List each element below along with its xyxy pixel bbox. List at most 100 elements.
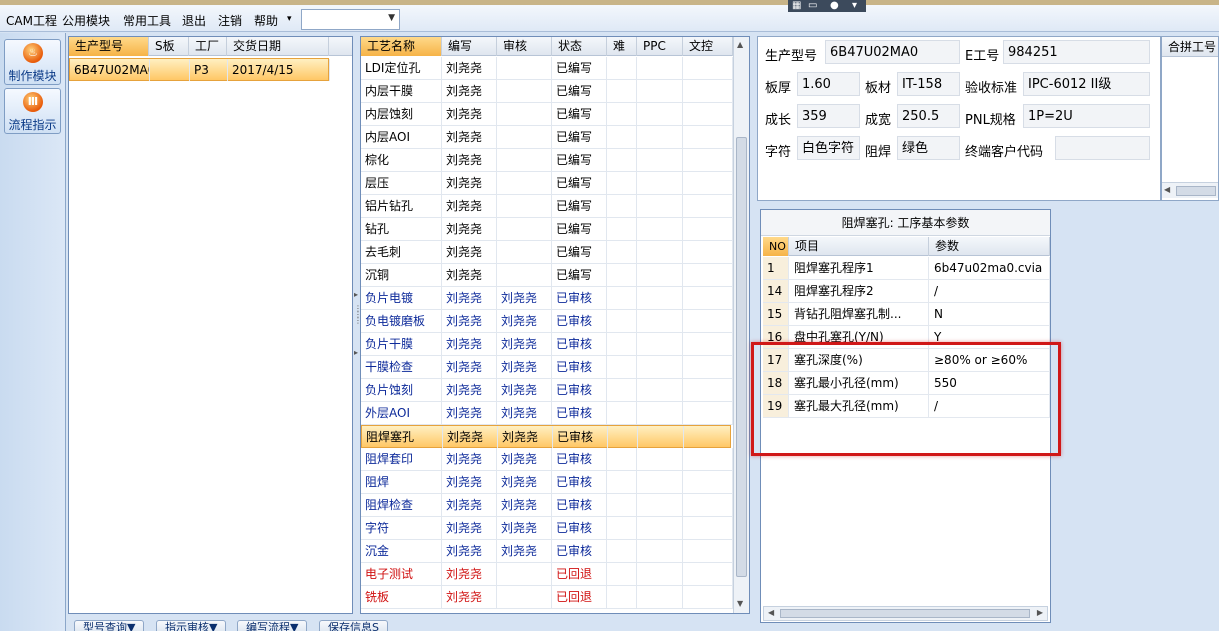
grid-icon[interactable]: ▦ bbox=[792, 0, 801, 12]
process-row[interactable]: 负片电镀 刘尧尧 刘尧尧 已审核 bbox=[361, 287, 733, 310]
process-name: 字符 bbox=[361, 517, 442, 539]
menu-logout[interactable]: 注销 bbox=[218, 12, 242, 29]
tab-model-query[interactable]: 型号查询▼ bbox=[74, 620, 145, 631]
tab-write-flow[interactable]: 编写流程▼ bbox=[237, 620, 308, 631]
process-row[interactable]: 内层干膜 刘尧尧 已编写 bbox=[361, 80, 733, 103]
menu-combo-box[interactable]: ▼ bbox=[301, 9, 400, 30]
process-row[interactable]: 内层蚀刻 刘尧尧 已编写 bbox=[361, 103, 733, 126]
process-ppc bbox=[637, 195, 683, 217]
process-difficulty bbox=[607, 241, 637, 263]
process-row[interactable]: 沉金 刘尧尧 刘尧尧 已审核 bbox=[361, 540, 733, 563]
param-row[interactable]: 14 阻焊塞孔程序2/ bbox=[763, 280, 1050, 303]
col-param[interactable]: 参数 bbox=[929, 237, 1050, 256]
merge-title[interactable]: 合拼工号 bbox=[1162, 37, 1218, 57]
length-field[interactable]: 359 bbox=[797, 104, 860, 128]
col-factory[interactable]: 工厂 bbox=[189, 37, 227, 56]
process-row[interactable]: 电子测试 刘尧尧 已回退 bbox=[361, 563, 733, 586]
process-scrollbar[interactable]: ▲ ▼ bbox=[733, 37, 749, 613]
scroll-up-icon[interactable]: ▲ bbox=[737, 40, 743, 49]
process-row[interactable]: 沉铜 刘尧尧 已编写 bbox=[361, 264, 733, 287]
col-process-name[interactable]: 工艺名称 bbox=[361, 37, 442, 56]
process-row[interactable]: 阻焊塞孔 刘尧尧 刘尧尧 已审核 bbox=[361, 425, 734, 448]
standard-field[interactable]: IPC-6012 II级 bbox=[1023, 72, 1150, 96]
process-row[interactable]: 阻焊 刘尧尧 刘尧尧 已审核 bbox=[361, 471, 733, 494]
scroll-thumb[interactable] bbox=[736, 137, 747, 577]
nav-flow-indicator[interactable]: Ⅲ 流程指示 bbox=[4, 88, 61, 134]
scroll-left-icon[interactable]: ◀ bbox=[768, 608, 774, 617]
col-no[interactable]: NO bbox=[763, 237, 789, 256]
eno-field[interactable]: 984251 bbox=[1003, 40, 1150, 64]
menu-help[interactable]: 帮助 bbox=[254, 12, 278, 29]
scroll-down-icon[interactable]: ▼ bbox=[737, 599, 743, 608]
order-row[interactable]: 6B47U02MA0 P3 2017/4/15 bbox=[69, 58, 330, 81]
help-icon[interactable]: ● bbox=[830, 0, 839, 12]
col-status[interactable]: 状态 bbox=[552, 37, 607, 56]
splitter-arrow-icon[interactable]: ▸ bbox=[354, 290, 358, 299]
process-row[interactable]: 外层AOI 刘尧尧 刘尧尧 已审核 bbox=[361, 402, 733, 425]
param-row[interactable]: 1 阻焊塞孔程序1 6b47u02ma0.cvia bbox=[763, 257, 1050, 280]
process-status: 已审核 bbox=[552, 356, 607, 378]
process-row[interactable]: 负电镀磨板 刘尧尧 刘尧尧 已审核 bbox=[361, 310, 733, 333]
keyboard-icon[interactable]: ▭ bbox=[808, 0, 817, 12]
col-item[interactable]: 项目 bbox=[789, 237, 929, 256]
process-status: 已审核 bbox=[553, 426, 608, 448]
params-hscroll[interactable]: ◀ ▶ bbox=[763, 606, 1048, 621]
scroll-thumb[interactable] bbox=[780, 609, 1030, 618]
chevron-down-icon[interactable]: ▾ bbox=[852, 0, 857, 12]
merge-hscroll[interactable]: ◀ bbox=[1162, 182, 1218, 198]
col-reviewer[interactable]: 审核 bbox=[497, 37, 552, 56]
menu-public[interactable]: 公用模块 bbox=[62, 12, 110, 29]
mask-field[interactable]: 绿色 bbox=[897, 136, 960, 160]
process-writer: 刘尧尧 bbox=[442, 586, 497, 608]
process-row[interactable]: 层压 刘尧尧 已编写 bbox=[361, 172, 733, 195]
process-row[interactable]: 去毛刺 刘尧尧 已编写 bbox=[361, 241, 733, 264]
tab-review[interactable]: 指示审核▼ bbox=[156, 620, 227, 631]
menu-tools[interactable]: 常用工具 bbox=[123, 12, 171, 29]
nav-make-module[interactable]: ♨ 制作模块 bbox=[4, 39, 61, 85]
process-row[interactable]: 负片蚀刻 刘尧尧 刘尧尧 已审核 bbox=[361, 379, 733, 402]
col-ppc[interactable]: PPC bbox=[637, 37, 683, 56]
process-row[interactable]: 铝片钻孔 刘尧尧 已编写 bbox=[361, 195, 733, 218]
col-model[interactable]: 生产型号 bbox=[69, 37, 149, 56]
tab-save-info[interactable]: 保存信息S bbox=[319, 620, 388, 631]
col-writer[interactable]: 编写 bbox=[442, 37, 497, 56]
process-row[interactable]: 内层AOI 刘尧尧 已编写 bbox=[361, 126, 733, 149]
process-grid: 工艺名称 编写 审核 状态 难 PPC 文控 LDI定位孔 刘尧尧 已编写 内层干膜刘… bbox=[360, 36, 750, 614]
splitter-arrow-icon[interactable]: ▸ bbox=[354, 348, 358, 357]
scroll-left-icon[interactable]: ◀ bbox=[1164, 185, 1170, 194]
pnl-field[interactable]: 1P=2U bbox=[1023, 104, 1150, 128]
col-delivery-date[interactable]: 交货日期 bbox=[227, 37, 329, 56]
process-doc-control bbox=[683, 517, 733, 539]
chevron-down-icon[interactable]: ▾ bbox=[287, 14, 292, 24]
model-label: 生产型号 bbox=[765, 49, 818, 64]
scroll-thumb[interactable] bbox=[1176, 186, 1216, 196]
param-row[interactable]: 15 背钻孔阻焊塞孔制... N bbox=[763, 303, 1050, 326]
col-s-board[interactable]: S板 bbox=[149, 37, 189, 56]
process-row[interactable]: 字符 刘尧尧 刘尧尧 已审核 bbox=[361, 517, 733, 540]
process-row[interactable]: 钻孔 刘尧尧 已编写 bbox=[361, 218, 733, 241]
process-row[interactable]: 铣板 刘尧尧 已回退 bbox=[361, 586, 733, 609]
process-row[interactable]: 负片干膜 刘尧尧 刘尧尧 已审核 bbox=[361, 333, 733, 356]
thickness-field[interactable]: 1.60 bbox=[797, 72, 860, 96]
scroll-right-icon[interactable]: ▶ bbox=[1037, 608, 1043, 617]
process-row[interactable]: 阻焊套印 刘尧尧 刘尧尧 已审核 bbox=[361, 448, 733, 471]
menu-exit[interactable]: 退出 bbox=[182, 12, 206, 29]
char-field[interactable]: 白色字符 bbox=[797, 136, 860, 160]
process-status: 已审核 bbox=[552, 517, 607, 539]
process-ppc bbox=[637, 563, 683, 585]
process-row[interactable]: 棕化 刘尧尧 已编写 bbox=[361, 149, 733, 172]
model-field[interactable]: 6B47U02MA0 bbox=[825, 40, 960, 64]
col-doc-control[interactable]: 文控 bbox=[683, 37, 733, 56]
width-field[interactable]: 250.5 bbox=[897, 104, 960, 128]
chevron-down-icon[interactable]: ▼ bbox=[388, 13, 395, 23]
col-difficulty[interactable]: 难 bbox=[607, 37, 637, 56]
process-difficulty bbox=[607, 172, 637, 194]
menu-cam[interactable]: CAM工程 bbox=[6, 12, 57, 29]
process-row[interactable]: 干膜检查 刘尧尧 刘尧尧 已审核 bbox=[361, 356, 733, 379]
customer-code-field[interactable] bbox=[1055, 136, 1150, 160]
process-row[interactable]: 阻焊检查 刘尧尧 刘尧尧 已审核 bbox=[361, 494, 733, 517]
process-doc-control bbox=[683, 356, 733, 378]
material-field[interactable]: IT-158 bbox=[897, 72, 960, 96]
splitter-grip-icon[interactable]: ⋮ ⋮ ⋮ bbox=[354, 305, 362, 325]
process-row[interactable]: LDI定位孔 刘尧尧 已编写 bbox=[361, 57, 733, 80]
